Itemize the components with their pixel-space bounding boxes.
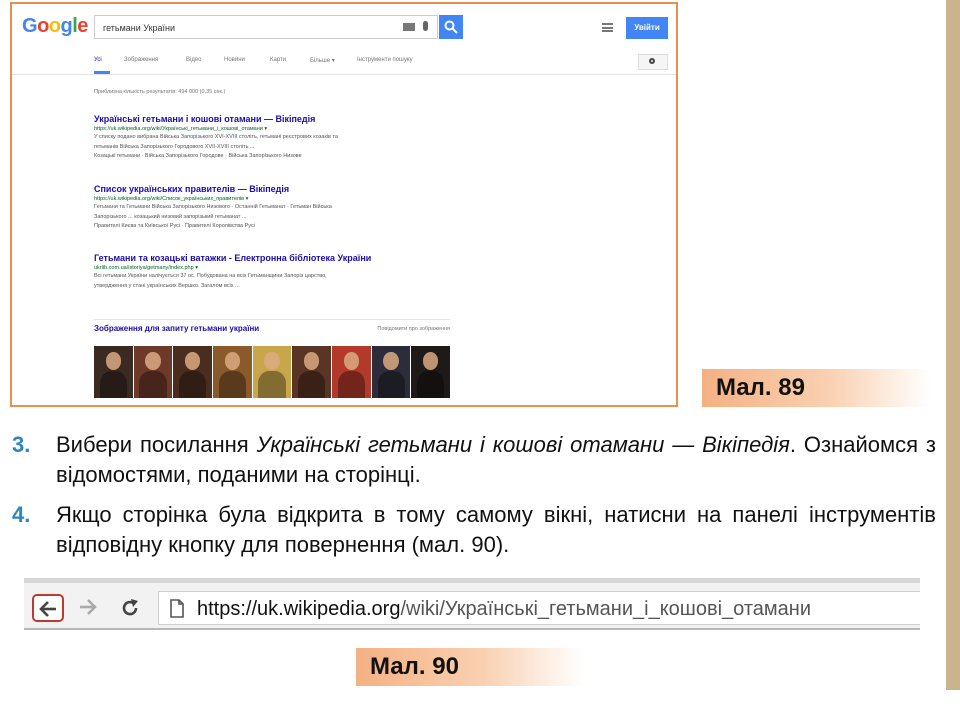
result-snippet: Запорізького ... козацький низовий запор… bbox=[94, 213, 247, 220]
tab-more[interactable]: Більше ▾ bbox=[310, 57, 335, 64]
image-results-strip bbox=[94, 346, 451, 398]
search-result: Українські гетьмани і кошові отамани — В… bbox=[94, 114, 494, 161]
step-text: Вибери посилання Українські гетьмани і к… bbox=[56, 430, 936, 490]
image-result-thumbnail[interactable] bbox=[133, 346, 173, 398]
search-icon bbox=[444, 20, 458, 34]
image-result-thumbnail[interactable] bbox=[332, 346, 371, 398]
tab-news[interactable]: Новини bbox=[224, 57, 245, 63]
settings-gear-button[interactable] bbox=[638, 54, 668, 70]
apps-grid-icon[interactable] bbox=[602, 23, 613, 32]
page-edge bbox=[946, 0, 960, 690]
logo-letter: e bbox=[77, 15, 88, 37]
tab-images[interactable]: Зображення bbox=[124, 57, 158, 63]
search-result: Гетьмани та козацькі ватажки - Електронн… bbox=[94, 253, 494, 290]
tab-video[interactable]: Відео bbox=[186, 57, 202, 63]
result-url[interactable]: https://uk.wikipedia.org/wiki/Українські… bbox=[94, 126, 494, 132]
address-bar[interactable]: https://uk.wikipedia.org/wiki/Українські… bbox=[158, 591, 920, 625]
microphone-icon[interactable] bbox=[423, 21, 428, 31]
result-snippet: гетьманів Війська Запорізького Городовог… bbox=[94, 143, 255, 150]
arrow-left-icon bbox=[39, 601, 56, 617]
forward-button[interactable] bbox=[72, 594, 104, 622]
step-text-part: Вибери посилання bbox=[56, 432, 257, 457]
image-result-thumbnail[interactable] bbox=[252, 346, 292, 398]
active-tab-indicator bbox=[94, 71, 110, 74]
sign-in-button[interactable]: Увійти bbox=[626, 17, 668, 39]
keyboard-icon[interactable] bbox=[403, 23, 415, 31]
arrow-right-icon bbox=[80, 599, 97, 615]
result-snippet: Всі гетьмани України налічується 37 ос. … bbox=[94, 273, 327, 279]
logo-letter: o bbox=[48, 15, 61, 37]
url-host: https://uk.wikipedia.org bbox=[197, 598, 401, 620]
result-snippet: Правителі Києва та Київської Русі · Прав… bbox=[94, 223, 255, 229]
result-snippet: Гетьмани та Гетьмани Війська Запорізьког… bbox=[94, 204, 332, 210]
image-results-title[interactable]: Зображення для запиту гетьмани україни bbox=[94, 324, 259, 333]
tab-maps[interactable]: Карти bbox=[270, 57, 286, 63]
logo-letter: g bbox=[60, 15, 73, 37]
result-stats: Приблизна кількість результатів: 494 000… bbox=[94, 89, 226, 95]
image-results-header: Зображення для запиту гетьмани україни П… bbox=[94, 319, 450, 338]
step-text: Якщо сторінка була відкрита в тому самом… bbox=[56, 500, 936, 560]
step-3: 3. Вибери посилання Українські гетьмани … bbox=[12, 430, 936, 490]
figure-89-caption: Мал. 89 bbox=[702, 369, 930, 407]
reload-icon bbox=[122, 599, 138, 616]
result-title-link[interactable]: Українські гетьмани і кошові отамани — В… bbox=[94, 114, 494, 124]
step-link-name: Українські гетьмани і кошові отамани — В… bbox=[256, 432, 790, 457]
google-search-box[interactable] bbox=[94, 15, 438, 39]
logo-letter: G bbox=[22, 15, 38, 37]
url-path: /wiki/Українські_гетьмани_і_кошові_отама… bbox=[400, 598, 811, 620]
google-logo[interactable]: Google bbox=[22, 15, 88, 38]
step-text-part: Якщо сторінка була відкрита в тому самом… bbox=[56, 502, 936, 557]
report-images-link[interactable]: Повідомити про зображення bbox=[377, 326, 450, 332]
result-snippet: Козацькі гетьмани · Війська Запорізького… bbox=[94, 153, 302, 159]
url-text[interactable]: https://uk.wikipedia.org/wiki/Українські… bbox=[197, 598, 811, 621]
page-icon bbox=[170, 599, 184, 618]
image-result-thumbnail[interactable] bbox=[94, 346, 133, 398]
figure-89-google-screenshot: Google Увійти Усі Зображення Відео Новин… bbox=[10, 2, 678, 407]
result-title-link[interactable]: Список українських правителів — Вікіпеді… bbox=[94, 184, 494, 194]
tab-all[interactable]: Усі bbox=[94, 57, 102, 63]
image-result-thumbnail[interactable] bbox=[213, 346, 252, 398]
figure-90-caption: Мал. 90 bbox=[356, 648, 584, 686]
logo-letter: o bbox=[37, 15, 49, 37]
figure-90-browser-toolbar: https://uk.wikipedia.org/wiki/Українські… bbox=[24, 578, 920, 630]
search-result: Список українських правителів — Вікіпеді… bbox=[94, 184, 494, 231]
tab-search-tools[interactable]: Інструменти пошуку bbox=[357, 57, 413, 63]
search-tabs: Усі Зображення Відео Новини Карти Більше… bbox=[12, 48, 676, 75]
result-url[interactable]: https://uk.wikipedia.org/wiki/Список_укр… bbox=[94, 196, 494, 202]
image-result-thumbnail[interactable] bbox=[173, 346, 213, 398]
step-4: 4. Якщо сторінка була відкрита в тому са… bbox=[12, 500, 936, 560]
image-result-thumbnail[interactable] bbox=[292, 346, 332, 398]
result-url[interactable]: ukrlib.com.ua/istoriya/getmany/index.php… bbox=[94, 265, 494, 271]
reload-button[interactable] bbox=[114, 594, 146, 622]
image-result-thumbnail[interactable] bbox=[411, 346, 451, 398]
google-header: Google Увійти bbox=[12, 4, 676, 48]
image-result-thumbnail[interactable] bbox=[371, 346, 411, 398]
back-button[interactable] bbox=[32, 594, 64, 622]
result-snippet: утвердження у стані українських Вершко. … bbox=[94, 282, 240, 289]
step-number: 3. bbox=[12, 432, 31, 457]
search-input[interactable] bbox=[101, 17, 395, 39]
result-snippet: У списку подано вибрана Війська Запорізь… bbox=[94, 134, 338, 140]
step-number: 4. bbox=[12, 502, 31, 527]
search-button[interactable] bbox=[439, 15, 463, 39]
result-title-link[interactable]: Гетьмани та козацькі ватажки - Електронн… bbox=[94, 253, 494, 263]
